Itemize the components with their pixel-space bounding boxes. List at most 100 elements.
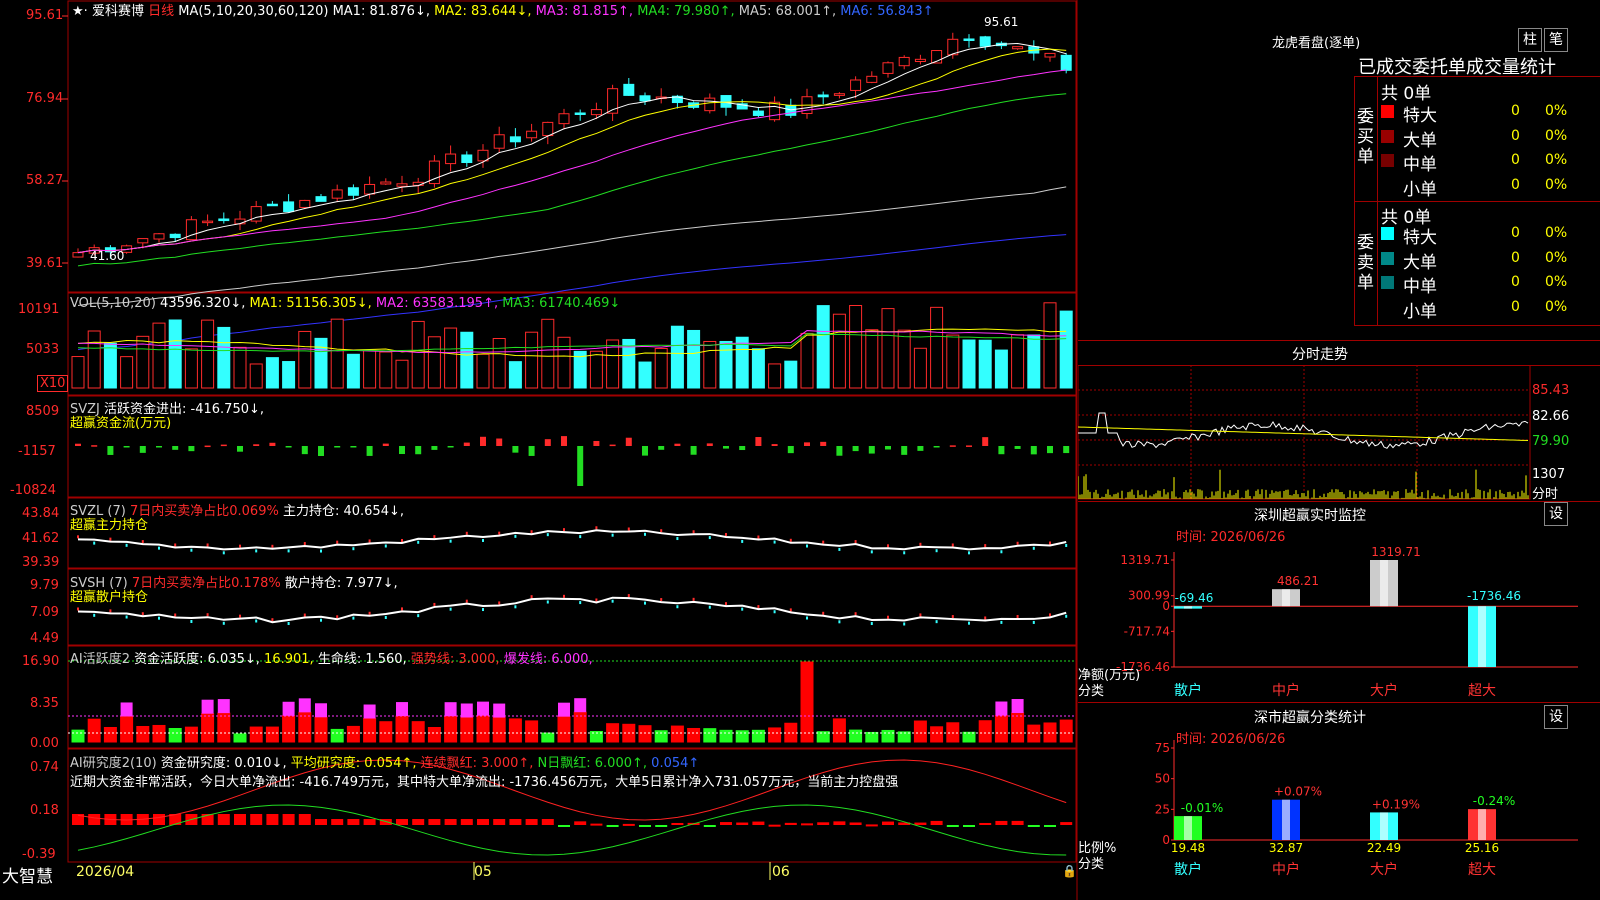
candle-body [380,181,392,185]
lock-icon[interactable]: 🔒 [1062,864,1077,878]
hold-dot [887,544,889,548]
order-color-swatch [1381,251,1394,265]
hold-dot [579,601,582,605]
vol-ytick-1: 5033 [26,342,60,357]
vol-bar [363,349,377,389]
hold-dot [903,622,906,626]
active-bar [930,726,944,743]
research-bar [671,822,684,825]
category-label-1: 中户 [1272,861,1300,878]
lhb-title: 龙虎看盘(逐单) [1272,36,1361,51]
order-row-count: 0 [1511,298,1520,315]
active-bar [282,715,296,743]
research-bar [1044,825,1056,827]
hold-dot [870,550,873,554]
hold-dot [1049,541,1051,545]
research-bar [1011,820,1024,825]
candle-body [347,187,359,196]
vol-bar [120,356,134,389]
fund-bar [139,446,146,453]
ai2-last: 0.054↑ [651,756,700,771]
kline-high-label: 95.61 [984,15,1019,29]
period-label[interactable]: 日线 [148,4,174,19]
hold-dot [725,602,727,606]
value-label-1: 486.21 [1277,574,1319,588]
svzl-hold: 主力持仓: 40.654↓, [282,504,404,519]
vol-bar [346,353,360,389]
hold-dot [239,544,241,548]
kline-ytick-3: 39.61 [26,256,64,271]
fund-bar [75,443,81,446]
fund-bar [804,442,810,446]
hold-dot [595,526,598,530]
value-label-3: -1736.46 [1467,589,1521,603]
vol-bar [427,336,441,389]
hold-dot [271,544,274,548]
bi-button[interactable]: 笔 [1544,28,1568,52]
hold-dot [563,594,565,598]
svsh-ytick-2: 4.49 [30,631,59,646]
value-bar-highlight [1184,606,1192,609]
research-bar [946,825,959,827]
order-row-pct: 0% [1545,249,1568,266]
fund-bar [301,446,308,455]
active-bar [87,718,101,743]
active-bar [816,731,830,743]
hold-dot [773,610,776,614]
fund-bar [480,436,486,446]
hold-dot [644,532,646,536]
zhu-button[interactable]: 柱 [1518,28,1542,52]
value-label-1: +0.07% [1274,785,1322,799]
hold-dot [255,619,258,623]
hold-dot [514,605,517,609]
candle-body [331,189,343,199]
vol-unit-box[interactable]: X10 [37,375,69,392]
hold-dot [93,541,96,545]
fund-bar [561,436,567,446]
research-bar [88,814,101,825]
active-bar [913,720,927,743]
value-label-2: +0.19% [1372,797,1420,811]
research-bar [525,819,538,825]
ytick-label: 50 [1155,772,1170,786]
vol-bar [913,347,927,389]
research-bar [639,825,651,827]
svsh-sub: 超赢散户持仓 [70,590,149,605]
vol-bar [444,327,458,389]
active-bar-top [460,703,473,718]
active-bar [541,732,555,743]
star-icon[interactable]: ★· [72,4,88,19]
hold-dot [741,607,744,611]
research-bar [558,825,570,827]
active-bar [719,729,733,743]
hold-dot [190,619,193,623]
research-bar [282,814,295,825]
candle-body [299,199,311,208]
order-row-pct: 0% [1545,103,1568,119]
fund-bar [512,446,519,453]
monitor-chart[interactable]: 1319.71300.990-717.74-1736.46-69.46散户486… [1078,520,1600,700]
class-chart[interactable]: 75 50 25 0 -0.01% 19.48 散户 +0.07% 32.87 中户 +0.19% 2… [1078,724,1600,900]
research-bar [250,814,263,825]
ytick-label: 25 [1155,802,1170,816]
ai1-title: AI活跃度2 [70,652,130,667]
active-bar [1043,722,1057,743]
candle-body [1012,46,1024,50]
candle-body [639,95,651,102]
research-bar [541,819,554,825]
value-label-0: -69.46 [1175,591,1214,605]
hold-dot [692,530,695,534]
vol-bar [1043,302,1057,389]
hold-dot [352,547,355,551]
order-color-swatch [1381,154,1394,167]
hold-dot [806,544,808,548]
fenshi-chart[interactable] [1078,365,1600,500]
candle-body [202,220,214,224]
fund-bar [318,446,324,456]
candle-body [623,83,635,96]
order-row-3: 小单 0 0% [1381,175,1597,200]
ma5-line [77,186,1067,307]
research-bar [849,822,862,825]
category-label-3: 超大 [1468,862,1496,878]
active-bar [962,731,976,743]
